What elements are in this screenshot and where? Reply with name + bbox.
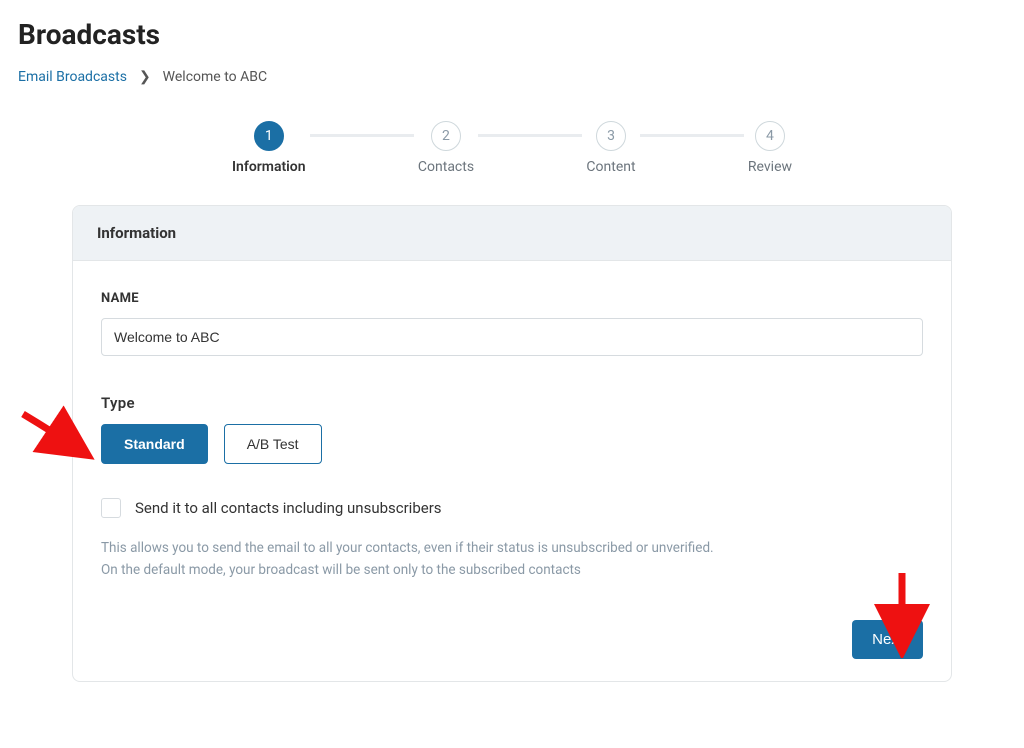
send-all-label: Send it to all contacts including unsubs… bbox=[135, 499, 442, 517]
next-button[interactable]: Next bbox=[852, 620, 923, 659]
type-label: Type bbox=[101, 394, 923, 412]
step-label-1: Information bbox=[232, 159, 306, 175]
step-review[interactable]: 4 Review bbox=[748, 121, 792, 175]
step-connector bbox=[310, 134, 414, 137]
step-label-3: Content bbox=[586, 159, 635, 175]
step-circle-1: 1 bbox=[254, 121, 284, 151]
step-circle-4: 4 bbox=[755, 121, 785, 151]
step-label-4: Review bbox=[748, 159, 792, 175]
step-contacts[interactable]: 2 Contacts bbox=[418, 121, 474, 175]
step-information[interactable]: 1 Information bbox=[232, 121, 306, 175]
form-card: Information NAME Type Standard A/B Test … bbox=[72, 205, 952, 682]
breadcrumb: Email Broadcasts ❯ Welcome to ABC bbox=[18, 69, 1006, 85]
page-title: Broadcasts bbox=[18, 18, 1006, 51]
step-content[interactable]: 3 Content bbox=[586, 121, 635, 175]
step-connector bbox=[640, 134, 744, 137]
help-line-1: This allows you to send the email to all… bbox=[101, 538, 923, 560]
card-body: NAME Type Standard A/B Test Send it to a… bbox=[73, 261, 951, 681]
help-text: This allows you to send the email to all… bbox=[101, 538, 923, 581]
stepper: 1 Information 2 Contacts 3 Content 4 Rev… bbox=[232, 121, 792, 175]
step-label-2: Contacts bbox=[418, 159, 474, 175]
step-circle-3: 3 bbox=[596, 121, 626, 151]
step-connector bbox=[478, 134, 582, 137]
chevron-right-icon: ❯ bbox=[139, 69, 151, 85]
card-header: Information bbox=[73, 206, 951, 261]
step-circle-2: 2 bbox=[431, 121, 461, 151]
breadcrumb-current: Welcome to ABC bbox=[163, 69, 267, 85]
name-input[interactable] bbox=[101, 318, 923, 356]
help-line-2: On the default mode, your broadcast will… bbox=[101, 560, 923, 582]
send-all-checkbox[interactable] bbox=[101, 498, 121, 518]
type-abtest-button[interactable]: A/B Test bbox=[224, 424, 322, 464]
type-standard-button[interactable]: Standard bbox=[101, 424, 208, 464]
name-label: NAME bbox=[101, 291, 923, 306]
breadcrumb-root-link[interactable]: Email Broadcasts bbox=[18, 69, 127, 85]
